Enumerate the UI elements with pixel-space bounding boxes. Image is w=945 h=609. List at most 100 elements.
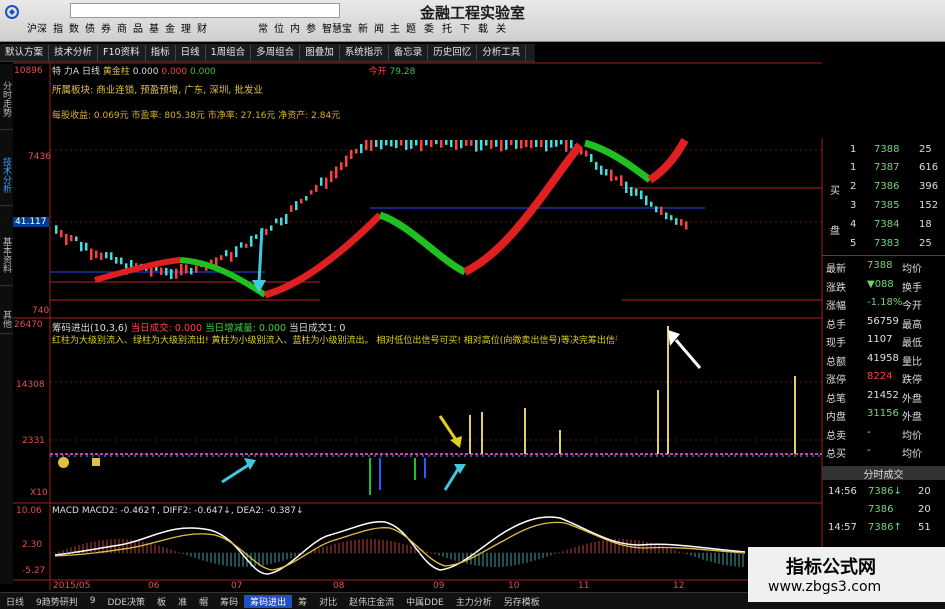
candle bbox=[465, 140, 468, 146]
quote-label: 总买 bbox=[826, 449, 846, 460]
candle bbox=[65, 233, 68, 245]
bottom-tab[interactable]: 赵伟庄金流 bbox=[343, 595, 400, 608]
candle bbox=[130, 260, 133, 268]
candle bbox=[160, 267, 163, 275]
bottom-tab[interactable]: 9 bbox=[84, 596, 102, 606]
candle bbox=[295, 201, 298, 211]
bottom-tab[interactable]: 对比 bbox=[313, 595, 343, 608]
stock-code: 特 bbox=[52, 67, 62, 77]
candle bbox=[600, 165, 603, 175]
candle bbox=[470, 140, 473, 146]
candle bbox=[495, 140, 498, 147]
bottom-tab[interactable]: 日线 bbox=[0, 595, 30, 608]
quote-value: -1.18% bbox=[867, 297, 903, 308]
value-3: 0.000 bbox=[190, 67, 216, 77]
indicator-header: 筹码进出(10,3,6) 当日成交: 0.000 当日增减量: 0.000 当日… bbox=[52, 320, 345, 334]
period-label[interactable]: 日线 bbox=[82, 67, 100, 77]
candle bbox=[655, 206, 658, 213]
buy-row: 4 7384 18 bbox=[822, 217, 945, 235]
candle bbox=[285, 213, 288, 225]
candle bbox=[640, 190, 643, 200]
candle bbox=[535, 140, 538, 148]
macd-header: MACD MACD2: -0.462↑, DIFF2: -0.647↓, DEA… bbox=[52, 506, 304, 516]
candle bbox=[370, 140, 373, 152]
bottom-tab[interactable]: 筹码进出 bbox=[244, 594, 293, 608]
white-arrow-indicator bbox=[668, 330, 702, 369]
bottom-tab[interactable]: 板 bbox=[151, 595, 172, 608]
candle bbox=[570, 140, 573, 149]
bottom-tab[interactable]: DDE决策 bbox=[101, 595, 151, 608]
bottom-tab[interactable]: 9趋势研判 bbox=[30, 595, 84, 608]
bottom-tab[interactable]: 中属DDE bbox=[400, 595, 450, 608]
price: 7388 bbox=[874, 144, 900, 155]
candle bbox=[650, 201, 653, 207]
candle bbox=[70, 234, 73, 242]
level: 4 bbox=[850, 219, 857, 230]
price: 7385 bbox=[874, 200, 900, 211]
yellow-arrow-indicator bbox=[438, 415, 462, 448]
bottom-tab[interactable]: 筹 bbox=[292, 595, 313, 608]
candle bbox=[550, 140, 553, 148]
ticks-title[interactable]: 分时成交 bbox=[822, 466, 945, 481]
bottom-tab[interactable]: 另存模板 bbox=[498, 595, 546, 608]
open-value: 79.28 bbox=[389, 67, 416, 77]
candle bbox=[280, 217, 283, 226]
candle bbox=[485, 140, 488, 146]
trend-ribbon-green-2 bbox=[378, 211, 467, 276]
cyan-arrow-indicator-2 bbox=[443, 464, 466, 491]
date-label: 06 bbox=[148, 581, 160, 591]
candle bbox=[115, 257, 118, 264]
buy-row: 1 7387 616 bbox=[822, 160, 945, 178]
trend-ribbon-red-2 bbox=[264, 212, 383, 299]
candle bbox=[610, 169, 613, 182]
quote-row: 总笔 21452 外盘 bbox=[822, 390, 945, 406]
stock-name: 力A bbox=[63, 67, 80, 77]
quote-label-2: 外盘 bbox=[902, 412, 922, 423]
quote-label-2: 今开 bbox=[902, 301, 922, 312]
trend-ribbon-red-4 bbox=[647, 138, 689, 184]
candle bbox=[590, 154, 593, 162]
candle bbox=[290, 205, 293, 213]
date-label: 09 bbox=[433, 581, 445, 591]
quote-value: - bbox=[867, 426, 871, 438]
candle bbox=[275, 218, 278, 224]
tick-price: 7386 bbox=[868, 504, 894, 515]
candle bbox=[615, 176, 618, 181]
candle bbox=[675, 218, 678, 225]
candle bbox=[665, 212, 668, 220]
quote-value: - bbox=[867, 445, 871, 456]
candle bbox=[355, 148, 358, 154]
candle bbox=[325, 177, 328, 189]
tick-row: 7386 20 bbox=[822, 504, 945, 522]
buy-row: 3 7385 152 bbox=[822, 198, 945, 216]
buy-row: 5 7383 25 bbox=[822, 236, 945, 254]
divider bbox=[822, 255, 945, 256]
bottom-tab[interactable]: 主力分析 bbox=[450, 595, 498, 608]
candle bbox=[120, 257, 123, 265]
level: 5 bbox=[850, 238, 857, 249]
price-axis-top: 10896 bbox=[14, 66, 43, 76]
date-label: 11 bbox=[578, 581, 590, 591]
candle bbox=[195, 265, 198, 273]
volume: 25 bbox=[919, 144, 932, 155]
candle bbox=[330, 170, 333, 183]
date-label: 12 bbox=[673, 581, 685, 591]
price: 7386 bbox=[874, 181, 900, 192]
macd-axis-mid: 2.30 bbox=[22, 540, 43, 550]
bottom-tab[interactable]: 准 bbox=[172, 595, 193, 608]
quote-value: ▼088 bbox=[867, 278, 894, 290]
candle bbox=[55, 225, 58, 234]
candle bbox=[525, 140, 528, 148]
tick-volume: 20 bbox=[918, 504, 931, 515]
candle bbox=[595, 161, 598, 170]
price-axis-bottom: 740 bbox=[32, 306, 50, 316]
candle bbox=[630, 186, 633, 196]
tick-row: 14:57 7386↑ 51 bbox=[822, 522, 945, 540]
bottom-tab[interactable]: 帽 bbox=[193, 595, 214, 608]
candle bbox=[685, 221, 688, 230]
quote-row: 内盘 31156 外盘 bbox=[822, 408, 945, 424]
candle bbox=[350, 149, 353, 160]
quote-row: 总手 56759 最高 bbox=[822, 316, 945, 332]
candle bbox=[405, 140, 408, 150]
bottom-tab[interactable]: 筹码 bbox=[214, 595, 244, 608]
